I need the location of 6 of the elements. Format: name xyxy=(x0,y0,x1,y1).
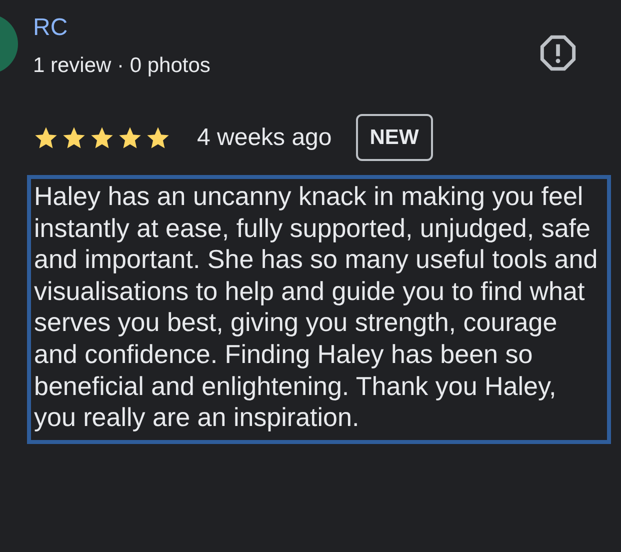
new-badge: NEW xyxy=(356,114,433,161)
review-stats: 1 review · 0 photos xyxy=(33,54,212,78)
report-icon[interactable] xyxy=(539,34,577,72)
review-time: 4 weeks ago xyxy=(197,124,332,152)
reviewer-name[interactable]: RC xyxy=(33,14,539,42)
review-text: Haley has an uncanny knack in making you feel instantly at ease, fully supported, unjudged, safe and important. She has so many useful tools and visualisations to help and guide you to find what serves you best, giving you strength, courage and confidence. Finding Haley has been so beneficial and enlightening. Thank you Haley, you really are an inspiration. xyxy=(27,175,611,444)
